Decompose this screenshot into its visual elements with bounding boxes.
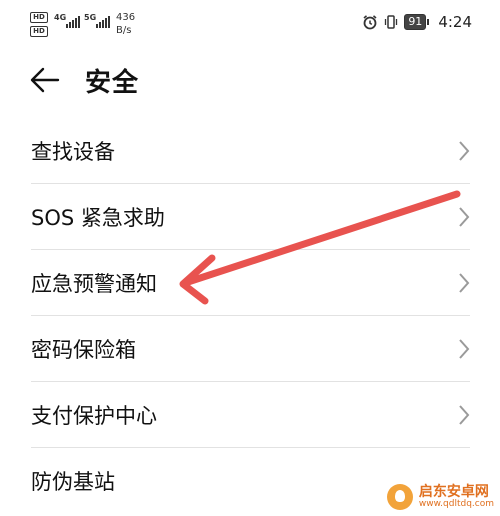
menu-item-label: 支付保护中心 bbox=[31, 404, 157, 428]
chevron-right-icon bbox=[459, 141, 470, 161]
network-speed-value: 436 bbox=[116, 12, 136, 23]
menu-item-label: SOS 紧急求助 bbox=[31, 206, 165, 230]
network-label-1: 4G bbox=[54, 13, 67, 22]
watermark-text: 启东安卓网 www.qdltdq.com bbox=[419, 485, 494, 509]
page-title: 安全 bbox=[85, 68, 140, 98]
menu-item-payment-protection[interactable]: 支付保护中心 bbox=[0, 382, 500, 448]
network-label-2: 5G bbox=[84, 13, 97, 22]
alarm-icon bbox=[363, 15, 377, 30]
battery-icon: 91 bbox=[404, 14, 430, 30]
title-bar: 安全 bbox=[0, 55, 500, 105]
watermark-logo-icon bbox=[386, 484, 413, 510]
status-bar: HD HD 4G 5G 436 B/s 91 4:24 bbox=[0, 0, 500, 46]
security-settings-list: 查找设备 SOS 紧急求助 应急预警通知 密码保险箱 支付保护中心 防伪基站 bbox=[0, 118, 500, 514]
signal-1-icon bbox=[66, 16, 80, 28]
signal-2-icon bbox=[96, 16, 110, 28]
menu-item-label: 查找设备 bbox=[31, 140, 115, 164]
watermark-url: www.qdltdq.com bbox=[418, 498, 494, 509]
vibrate-icon bbox=[385, 15, 398, 29]
watermark-name: 启东安卓网 bbox=[418, 483, 489, 500]
menu-item-sos[interactable]: SOS 紧急求助 bbox=[0, 184, 500, 250]
menu-item-emergency-alert[interactable]: 应急预警通知 bbox=[0, 250, 500, 316]
chevron-right-icon bbox=[459, 339, 470, 359]
chevron-right-icon bbox=[459, 207, 470, 227]
menu-item-password-vault[interactable]: 密码保险箱 bbox=[0, 316, 500, 382]
menu-item-label: 密码保险箱 bbox=[31, 338, 136, 362]
menu-item-label: 应急预警通知 bbox=[31, 272, 157, 296]
menu-item-label: 防伪基站 bbox=[31, 470, 115, 494]
status-right: 91 4:24 bbox=[362, 12, 472, 32]
hd-badge-2: HD bbox=[30, 26, 48, 37]
menu-item-find-device[interactable]: 查找设备 bbox=[0, 118, 500, 184]
chevron-right-icon bbox=[459, 273, 470, 293]
status-time: 4:24 bbox=[438, 13, 472, 31]
watermark: 启东安卓网 www.qdltdq.com bbox=[386, 484, 494, 510]
network-speed-unit: B/s bbox=[116, 25, 132, 36]
back-arrow-icon[interactable] bbox=[28, 63, 62, 97]
hd-badge-1: HD bbox=[30, 12, 48, 23]
chevron-right-icon bbox=[459, 405, 470, 425]
